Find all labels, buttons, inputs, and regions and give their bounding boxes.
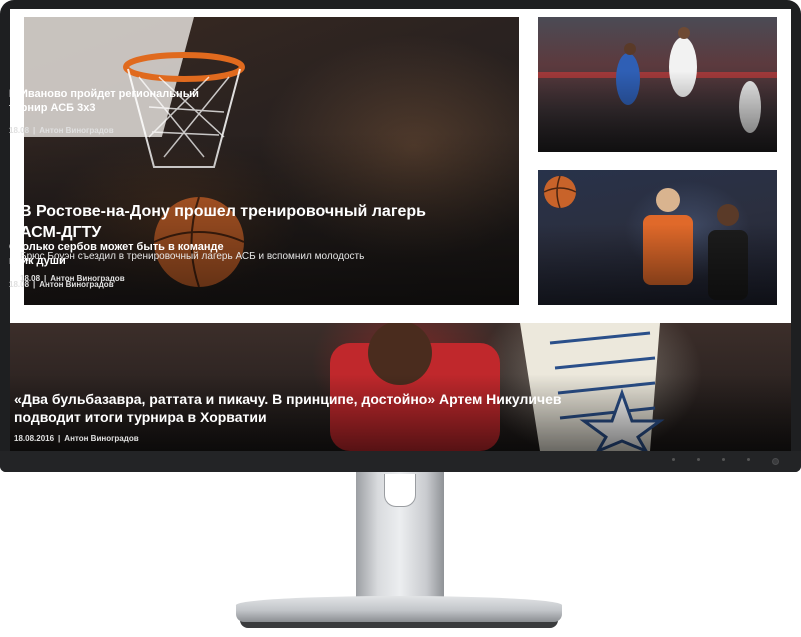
monitor-button[interactable]: [722, 458, 725, 461]
cable-management-hole: [384, 474, 416, 507]
article-date: 18.08: [9, 126, 30, 135]
article-card-middle-right[interactable]: [538, 170, 777, 305]
meta-separator: |: [33, 126, 36, 135]
article-author[interactable]: Антон Виноградов: [39, 280, 113, 289]
monitor-button[interactable]: [747, 458, 750, 461]
article-date: 18.08.2016: [14, 434, 55, 443]
top-right-article-title[interactable]: В Иваново пройдет региональный турнир АС…: [9, 87, 229, 116]
monitor-buttons: [672, 458, 779, 465]
meta-separator: |: [33, 280, 36, 289]
article-date: 18.08: [9, 280, 30, 289]
wide-article-title[interactable]: «Два бульбазавра, раттата и пикачу. В пр…: [14, 390, 614, 426]
wide-article-meta: 18.08.2016 | Антон Виноградов: [14, 434, 139, 443]
monitor-button[interactable]: [672, 458, 675, 461]
power-icon[interactable]: [772, 458, 779, 465]
main-article-title[interactable]: В Ростове-на-Дону прошел тренировочный л…: [20, 202, 440, 244]
middle-right-article-title[interactable]: Сколько сербов может быть в команде крик…: [9, 240, 229, 269]
middle-right-article-meta: 18.08 | Антон Виноградов: [9, 280, 114, 289]
monitor-stand-base: [236, 596, 562, 622]
top-right-article-meta: 18.08 | Антон Виноградов: [9, 126, 114, 135]
article-card-wide[interactable]: [10, 323, 791, 451]
monitor-button[interactable]: [697, 458, 700, 461]
article-card-top-right[interactable]: [538, 17, 777, 152]
meta-separator: |: [58, 434, 61, 443]
article-author[interactable]: Антон Виноградов: [39, 126, 113, 135]
article-author[interactable]: Антон Виноградов: [64, 434, 138, 443]
